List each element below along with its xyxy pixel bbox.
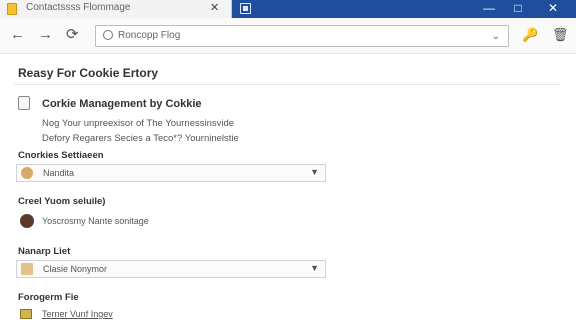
chevron-down-icon: ▼ [310, 167, 319, 177]
group-label-forogerm-fie: Forogerm Fie [18, 292, 79, 303]
minimize-button[interactable]: — [476, 0, 502, 18]
cookies-settings-value: Nandita [43, 168, 75, 178]
cookie-icon [21, 167, 33, 179]
tab-title: Contactssss Flommage [26, 2, 131, 13]
avatar-icon [20, 214, 34, 228]
browser-tab[interactable]: Contactssss Flommage ✕ [0, 0, 232, 18]
document-icon [7, 3, 17, 15]
address-bar[interactable]: Roncopp Flog ⌄ [95, 25, 509, 47]
key-icon[interactable]: 🔑 [522, 27, 538, 43]
address-text: Roncopp Flog [118, 30, 181, 41]
page-title: Reasy For Cookie Ertory [18, 66, 159, 80]
title-divider [14, 84, 560, 85]
window-close-button[interactable]: ✕ [540, 0, 566, 18]
folder-icon [20, 309, 32, 319]
group-label-creel-yuom: Creel Yuom seluile) [18, 196, 106, 207]
nanarp-list-value: Clasie Nonymor [43, 264, 108, 274]
refresh-icon[interactable]: ⟳ [66, 27, 79, 43]
group-2-row-text: Yoscrosmy Nante sonitage [42, 216, 149, 226]
group-label-cookies-settings: Cnorkies Settiaeen [18, 150, 104, 161]
document-icon [18, 96, 30, 110]
nanarp-list-select[interactable]: Clasie Nonymor ▼ [16, 260, 326, 278]
maximize-button[interactable]: □ [505, 0, 531, 18]
back-arrow-icon[interactable]: ← [10, 27, 25, 43]
tab-close-button[interactable]: ✕ [210, 1, 219, 14]
boot-icon [21, 263, 33, 275]
section-description-line-1: Nog Your unpreexisor of The Yournessinsv… [42, 118, 235, 129]
chevron-down-icon[interactable]: ⌄ [492, 31, 500, 42]
group-label-nanarp-liet: Nanarp Liet [18, 246, 71, 257]
page-content: Reasy For Cookie Ertory Corkie Managemen… [0, 54, 576, 320]
title-bar: Contactssss Flommage ✕ — □ ✕ [0, 0, 576, 18]
forward-arrow-icon[interactable]: → [38, 27, 53, 43]
navigation-bar: ← → ⟳ Roncopp Flog ⌄ 🔑 🗑 [0, 18, 576, 54]
new-tab-icon[interactable] [240, 3, 251, 14]
section-title: Corkie Management by Cokkie [42, 98, 202, 110]
search-icon [103, 30, 113, 40]
cookies-settings-select[interactable]: Nandita ▼ [16, 164, 326, 182]
trash-icon[interactable]: 🗑 [552, 27, 569, 43]
section-description-line-2: Defory Regarers Secies a Teco*? Yournine… [42, 133, 239, 144]
chevron-down-icon: ▼ [310, 263, 319, 273]
forogerm-link[interactable]: Terner Vunf Ingev [42, 309, 113, 319]
